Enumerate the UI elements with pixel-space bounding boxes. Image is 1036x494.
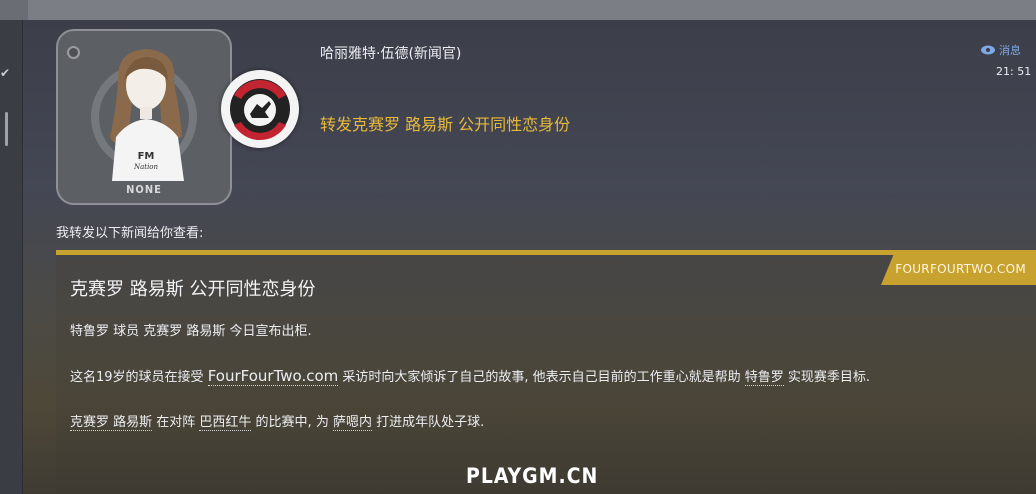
article-paragraph-1: 特鲁罗 球员 克赛罗 路易斯 今日宣布出柜. xyxy=(70,320,312,339)
inbox-side-strip[interactable]: ✔ xyxy=(0,20,23,494)
club-crest-icon xyxy=(224,73,296,145)
p2-text-middle: 采访时向大家倾诉了自己的故事, 他表示自己目前的工作重心就是帮助 xyxy=(338,370,745,385)
message-subject: 转发克赛罗 路易斯 公开同性恋身份 xyxy=(320,115,571,134)
svg-text:Nation: Nation xyxy=(133,163,159,171)
message-tag-label: 消息 xyxy=(999,44,1021,57)
opponent-link[interactable]: 巴西红牛 xyxy=(199,415,252,431)
sender-avatar[interactable]: FM Nation NONE xyxy=(56,29,232,205)
staff-portrait-icon: FM Nation xyxy=(110,49,184,181)
watermark: PLAYGM.CN xyxy=(466,464,599,488)
article-paragraph-2: 这名19岁的球员在接受 FourFourTwo.com 采访时向大家倾诉了自己的… xyxy=(70,366,871,386)
article-paragraph-3: 克赛罗 路易斯 在对阵 巴西红牛 的比赛中, 为 萨嗯内 打进成年队处子球. xyxy=(70,411,485,431)
news-article: FOURFOURTWO.COM 克赛罗 路易斯 公开同性恋身份 特鲁罗 球员 克… xyxy=(56,250,1036,494)
site-link[interactable]: FourFourTwo.com xyxy=(207,367,339,386)
intro-text: 我转发以下新闻给你查看: xyxy=(56,226,204,241)
source-label[interactable]: FOURFOURTWO.COM xyxy=(895,262,1026,276)
article-headline: 克赛罗 路易斯 公开同性恋身份 xyxy=(70,279,316,300)
top-bar-inner xyxy=(28,0,1036,20)
p3-text-2: 的比赛中, 为 xyxy=(251,415,333,430)
p2-text-after: 实现赛季目标. xyxy=(783,370,871,385)
status-dot-icon xyxy=(67,46,80,59)
avatar-caption: NONE xyxy=(126,183,162,196)
sender-name: 哈丽雅特·伍德(新闻官) xyxy=(320,46,462,62)
svg-text:FM: FM xyxy=(138,151,155,162)
p3-text-1: 在对阵 xyxy=(152,415,200,430)
scrollbar[interactable] xyxy=(5,112,8,146)
team-link[interactable]: 萨嗯内 xyxy=(332,415,372,431)
chevron-icon[interactable]: ✔ xyxy=(0,66,10,80)
player-link[interactable]: 特鲁罗 球员 克赛罗 路易斯 xyxy=(70,324,225,339)
club-link[interactable]: 特鲁罗 xyxy=(744,370,784,386)
p2-text-before: 这名19岁的球员在接受 xyxy=(70,370,208,385)
club-badge[interactable] xyxy=(221,70,299,148)
p3-text-3: 打进成年队处子球. xyxy=(371,415,485,430)
top-bar xyxy=(0,0,1036,20)
p1-text: 今日宣布出柜. xyxy=(225,324,312,339)
player-link-2[interactable]: 克赛罗 路易斯 xyxy=(70,415,153,431)
message-time: 21: 51 xyxy=(996,65,1032,78)
message-tag[interactable]: 消息 xyxy=(981,42,1021,58)
message-eye-icon xyxy=(981,45,995,55)
